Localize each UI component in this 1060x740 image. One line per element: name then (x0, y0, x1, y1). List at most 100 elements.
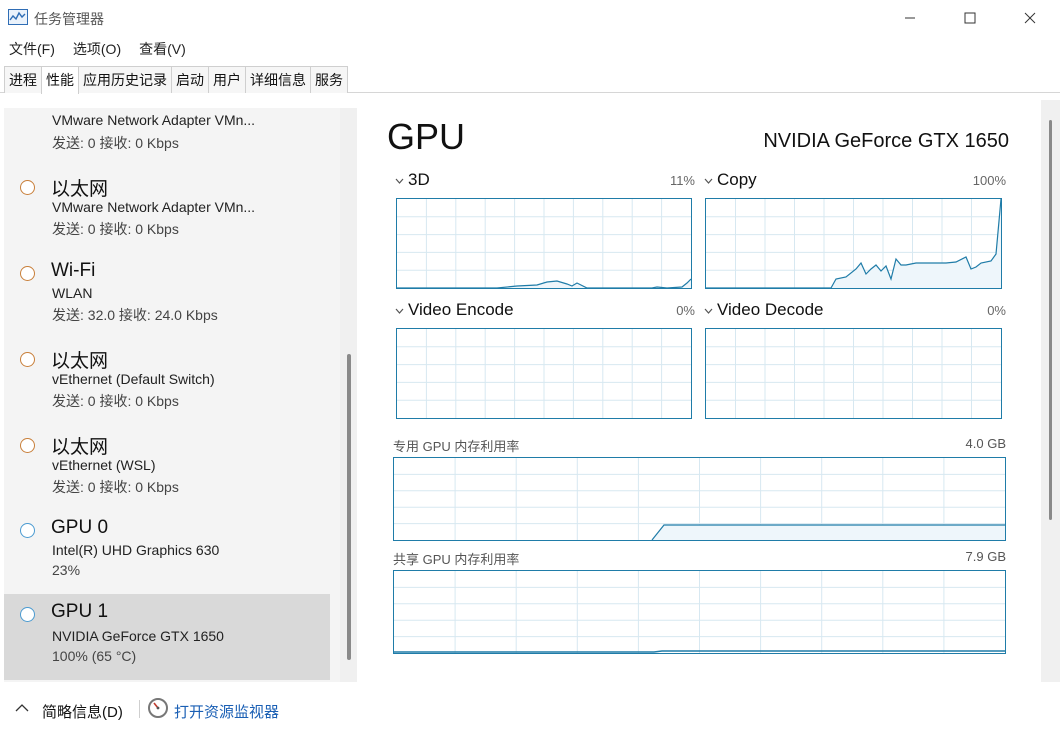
device-stat: 发送: 0 接收: 0 Kbps (52, 135, 179, 151)
network-circle-icon (20, 438, 35, 453)
tab-app-history[interactable]: 应用历史记录 (78, 66, 172, 93)
fewer-details-button[interactable]: 简略信息(D) (42, 701, 123, 722)
detail-panel-scrollbar[interactable] (1041, 100, 1060, 682)
dedicated-memory-max: 4.0 GB (965, 436, 1006, 451)
tab-processes[interactable]: 进程 (4, 66, 42, 93)
tab-bar: 进程 性能 应用历史记录 启动 用户 详细信息 服务 (0, 66, 1060, 94)
engine-graph-3d (397, 199, 691, 288)
detail-panel-scroll-thumb[interactable] (1049, 120, 1052, 520)
device-stat: 23% (52, 562, 81, 578)
menu-file[interactable]: 文件(F) (9, 38, 55, 60)
dedicated-memory-chart (393, 457, 1006, 541)
window-title: 任务管理器 (34, 11, 104, 27)
shared-memory-graph (394, 571, 1005, 653)
engine-chart-video-encode (396, 328, 692, 419)
device-subtitle: Intel(R) UHD Graphics 630 (52, 542, 220, 558)
shared-memory-label: 共享 GPU 内存利用率 (393, 552, 520, 567)
chevron-up-icon[interactable] (15, 703, 29, 712)
engine-selector-3d[interactable]: 3D (395, 170, 430, 190)
engine-chart-copy (705, 198, 1002, 289)
device-name: Wi-Fi (51, 260, 96, 281)
device-item-wifi[interactable]: Wi-Fi WLAN 发送: 32.0 接收: 24.0 Kbps (4, 256, 330, 338)
dedicated-memory-label: 专用 GPU 内存利用率 (393, 439, 520, 454)
device-name: GPU 0 (51, 517, 109, 538)
engine-percent: 100% (972, 173, 1006, 188)
tab-users[interactable]: 用户 (208, 66, 246, 93)
engine-percent: 0% (676, 303, 695, 318)
menu-bar: 文件(F) 选项(O) 查看(V) (0, 38, 195, 60)
engine-label: 3D (408, 170, 430, 189)
tab-details[interactable]: 详细信息 (245, 66, 311, 93)
device-item-ethernet-wsl[interactable]: 以太网 vEthernet (WSL) 发送: 0 接收: 0 Kbps (4, 428, 330, 510)
maximize-icon (964, 12, 976, 24)
tab-performance[interactable]: 性能 (41, 66, 79, 94)
device-subtitle: vEthernet (Default Switch) (52, 371, 215, 387)
device-list: VMware Network Adapter VMn... 发送: 0 接收: … (4, 108, 357, 682)
tab-startup[interactable]: 启动 (171, 66, 209, 93)
minimize-icon (905, 17, 915, 19)
network-circle-icon (20, 352, 35, 367)
gpu-circle-icon (20, 607, 35, 622)
device-item-gpu-1[interactable]: GPU 1 NVIDIA GeForce GTX 1650 100% (65 °… (4, 594, 330, 680)
engine-graph-video-encode (397, 329, 691, 418)
resource-monitor-icon (148, 698, 168, 718)
footer-bar: 简略信息(D) 打开资源监视器 (0, 690, 1060, 740)
device-name: 以太网 (51, 351, 109, 372)
engine-chart-video-decode (705, 328, 1002, 419)
engine-label: Video Encode (408, 300, 514, 319)
network-circle-icon (20, 180, 35, 195)
title-bar: 任务管理器 (0, 0, 1060, 36)
engine-label: Video Decode (717, 300, 824, 319)
engine-graph-video-decode (706, 329, 1001, 418)
menu-view[interactable]: 查看(V) (139, 38, 186, 60)
device-stat: 发送: 0 接收: 0 Kbps (52, 221, 179, 237)
device-subtitle: WLAN (52, 285, 93, 301)
footer-divider (139, 700, 140, 718)
chevron-down-icon (395, 300, 404, 320)
device-stat: 发送: 0 接收: 0 Kbps (52, 479, 179, 495)
device-name: 以太网 (51, 179, 109, 200)
gpu-heading: GPU (387, 116, 466, 157)
tab-services[interactable]: 服务 (310, 66, 348, 93)
engine-label: Copy (717, 170, 757, 189)
engine-selector-video-decode[interactable]: Video Decode (704, 300, 824, 320)
device-item-gpu-0[interactable]: GPU 0 Intel(R) UHD Graphics 630 23% (4, 513, 330, 595)
close-icon (1024, 12, 1036, 24)
gpu-detail-panel: GPU NVIDIA GeForce GTX 1650 3D 11% Copy … (369, 100, 1041, 680)
engine-selector-copy[interactable]: Copy (704, 170, 757, 190)
device-subtitle: vEthernet (WSL) (52, 457, 156, 473)
engine-percent: 11% (669, 173, 695, 188)
engine-selector-video-encode[interactable]: Video Encode (395, 300, 514, 320)
device-item-vmware-partial[interactable]: VMware Network Adapter VMn... 发送: 0 接收: … (4, 108, 330, 156)
gpu-model-name: NVIDIA GeForce GTX 1650 (763, 130, 1009, 152)
maximize-button[interactable] (940, 0, 1000, 36)
device-item-ethernet-vmware[interactable]: 以太网 VMware Network Adapter VMn... 发送: 0 … (4, 170, 330, 252)
device-stat: 发送: 0 接收: 0 Kbps (52, 393, 179, 409)
chevron-down-icon (395, 170, 404, 190)
minimize-button[interactable] (880, 0, 940, 36)
device-name: 以太网 (51, 437, 109, 458)
task-manager-app-icon (8, 9, 28, 25)
device-list-scroll-thumb[interactable] (347, 354, 351, 660)
chevron-down-icon (704, 170, 713, 190)
engine-percent: 0% (987, 303, 1006, 318)
network-circle-icon (20, 266, 35, 281)
shared-memory-max: 7.9 GB (965, 549, 1006, 564)
dedicated-memory-graph (394, 458, 1005, 540)
gpu-circle-icon (20, 523, 35, 538)
menu-options[interactable]: 选项(O) (73, 38, 121, 60)
engine-graph-copy (706, 199, 1001, 288)
device-item-ethernet-default-switch[interactable]: 以太网 vEthernet (Default Switch) 发送: 0 接收:… (4, 342, 330, 424)
close-button[interactable] (1000, 0, 1060, 36)
engine-chart-3d (396, 198, 692, 289)
device-list-scrollbar[interactable] (340, 108, 357, 682)
device-subtitle: VMware Network Adapter VMn... (52, 199, 256, 215)
shared-memory-chart (393, 570, 1006, 654)
device-stat: 发送: 32.0 接收: 24.0 Kbps (52, 307, 218, 323)
device-subtitle: NVIDIA GeForce GTX 1650 (52, 628, 224, 644)
device-subtitle: VMware Network Adapter VMn... (52, 112, 256, 128)
open-resource-monitor-link[interactable]: 打开资源监视器 (174, 701, 279, 722)
chevron-down-icon (704, 300, 713, 320)
device-stat: 100% (65 °C) (52, 648, 137, 664)
device-name: GPU 1 (51, 601, 109, 622)
